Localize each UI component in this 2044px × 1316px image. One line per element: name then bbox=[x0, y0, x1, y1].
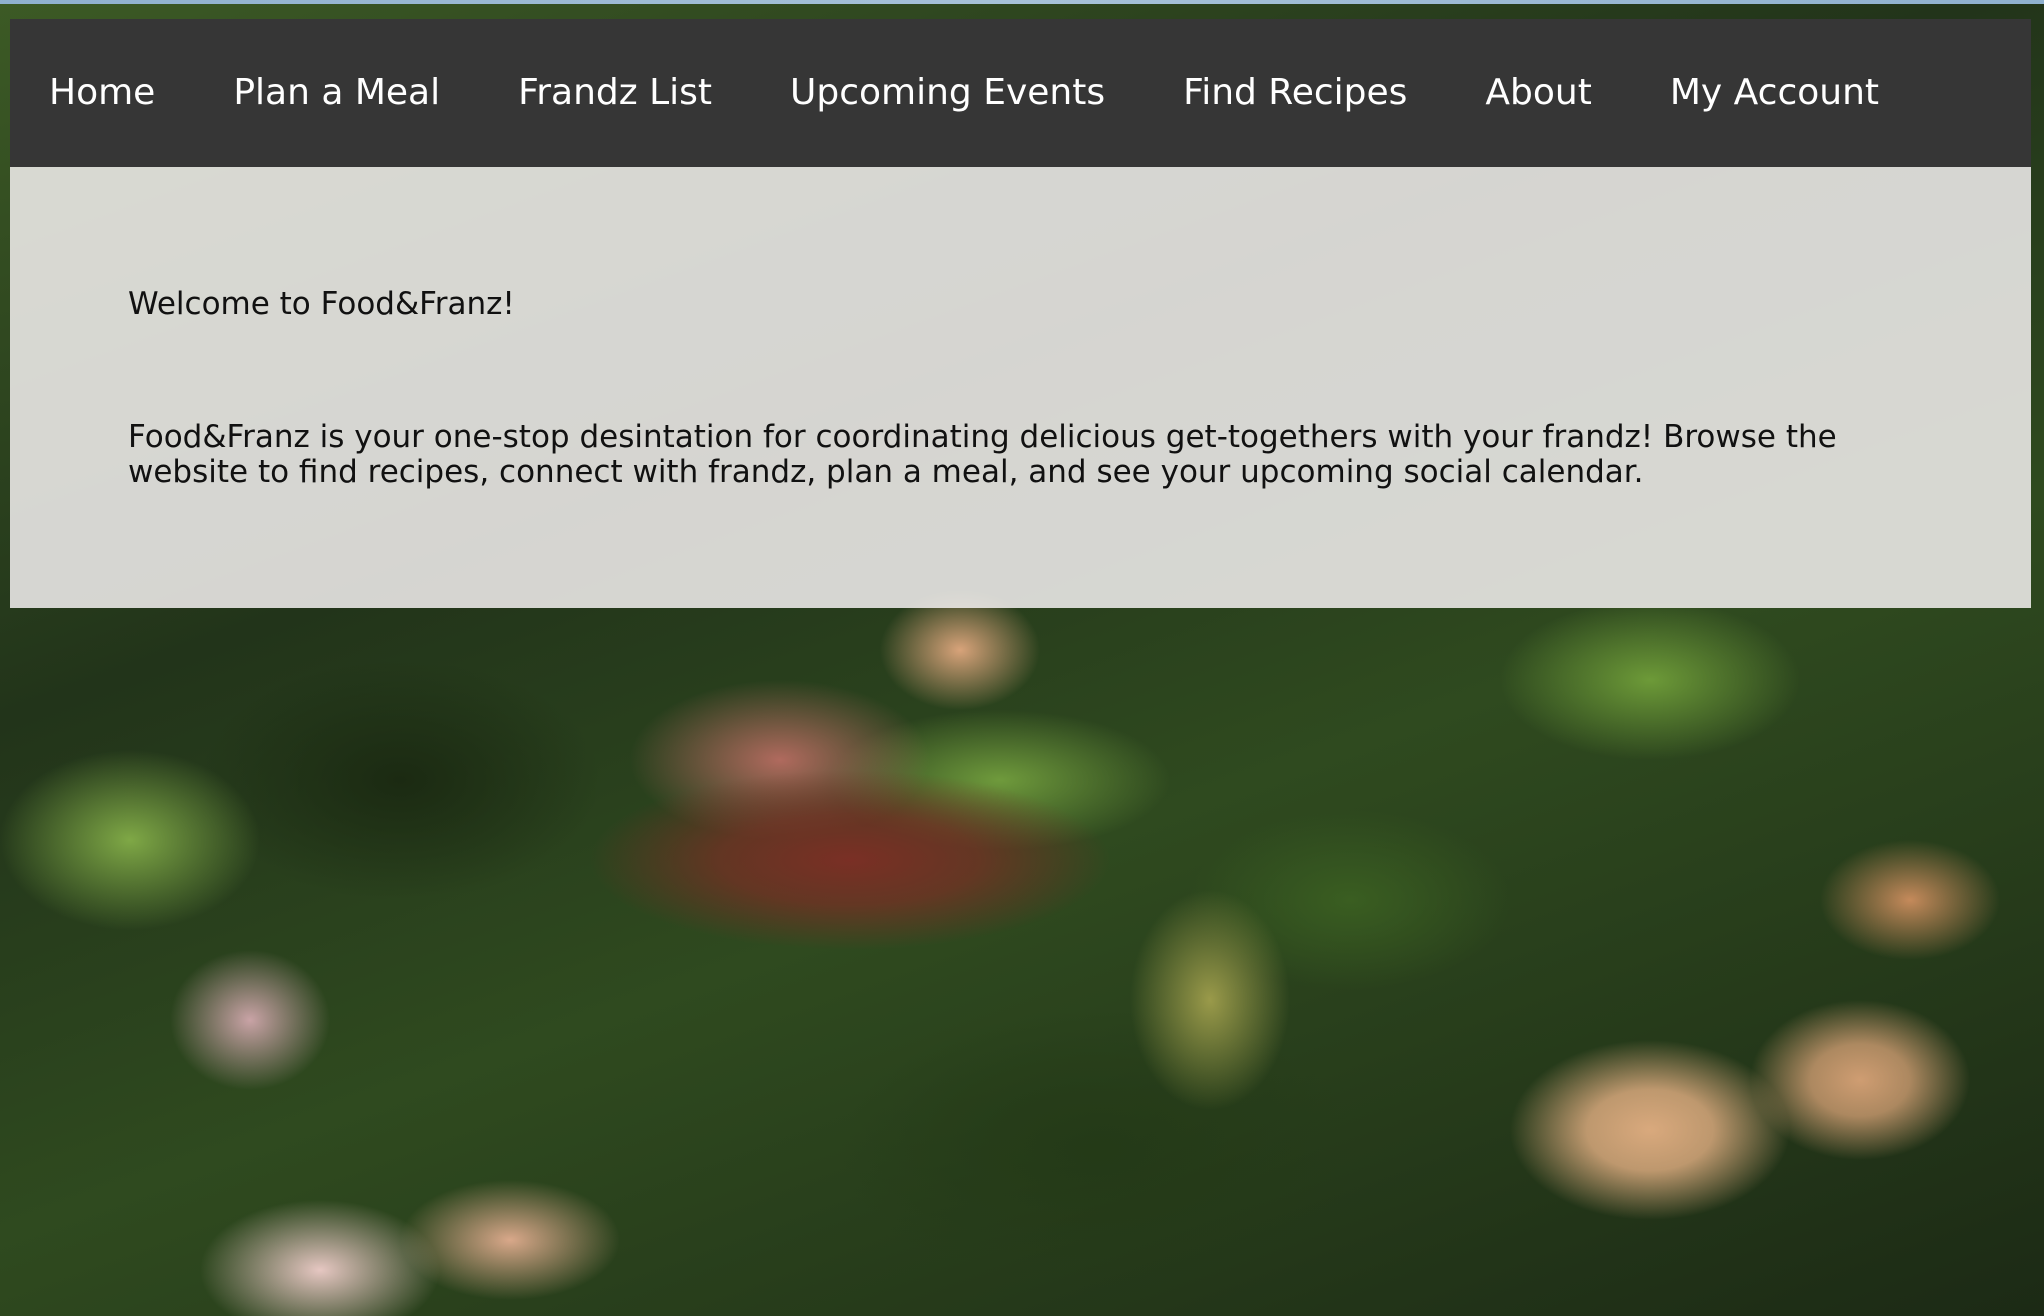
site-description: Food&Franz is your one-stop desintation … bbox=[128, 419, 1837, 490]
nav-link-frandz-list[interactable]: Frandz List bbox=[518, 75, 712, 111]
welcome-panel: Welcome to Food&Franz! Food&Franz is you… bbox=[10, 167, 2031, 608]
main-navigation-bar: Home Plan a Meal Frandz List Upcoming Ev… bbox=[10, 19, 2031, 167]
nav-link-upcoming-events[interactable]: Upcoming Events bbox=[790, 75, 1105, 111]
nav-link-plan-a-meal[interactable]: Plan a Meal bbox=[233, 75, 440, 111]
nav-link-home[interactable]: Home bbox=[49, 75, 155, 111]
nav-link-my-account[interactable]: My Account bbox=[1670, 75, 1879, 111]
nav-link-find-recipes[interactable]: Find Recipes bbox=[1183, 75, 1407, 111]
window-top-edge bbox=[0, 0, 2044, 4]
welcome-heading: Welcome to Food&Franz! bbox=[128, 286, 515, 322]
nav-link-about[interactable]: About bbox=[1485, 75, 1591, 111]
